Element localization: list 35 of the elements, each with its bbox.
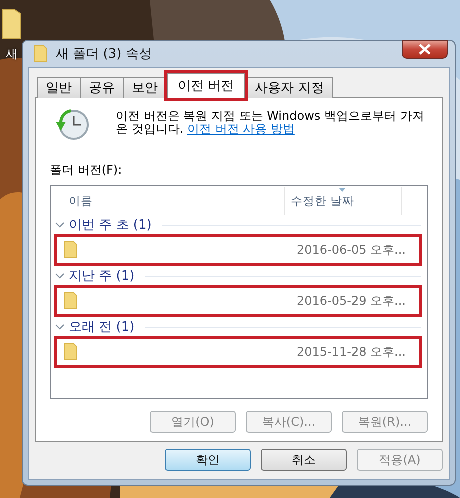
folder-icon [64, 241, 78, 259]
tab[interactable]: 사용자 지정 [246, 77, 334, 98]
tab[interactable]: 공유 [80, 77, 124, 98]
group-header[interactable]: 이번 주 초 (1) [69, 216, 152, 234]
clock-icon [54, 108, 90, 142]
modified-date: 2015-11-28 오후... [297, 344, 406, 360]
folder-icon [64, 343, 78, 361]
list-label: 폴더 버전(F): [50, 162, 124, 179]
window-title: 새 폴더 (3) 속성 [56, 46, 152, 63]
close-button[interactable] [402, 40, 448, 59]
version-row[interactable]: 2016-05-29 오후... [57, 288, 419, 314]
version-row[interactable]: 2015-11-28 오후... [57, 339, 419, 365]
tab[interactable]: 일반 [37, 77, 81, 98]
close-icon [418, 44, 432, 55]
tab[interactable]: 보안 [123, 77, 167, 98]
modified-date: 2016-06-05 오후... [297, 242, 406, 258]
desktop-icon-label: 새 [6, 46, 18, 63]
tab[interactable]: 이전 버전 [167, 73, 246, 98]
help-link[interactable]: 이전 버전 사용 방법 [187, 122, 295, 136]
dialog-button[interactable]: 확인 [165, 449, 251, 471]
dialog-button[interactable]: 취소 [261, 449, 347, 471]
column-header[interactable]: 이름 [51, 194, 284, 208]
folder-icon [34, 45, 48, 63]
column-header[interactable]: 수정한 날짜 [284, 187, 402, 215]
folder-icon [64, 292, 78, 310]
group-header[interactable]: 지난 주 (1) [69, 267, 135, 285]
version-row[interactable]: 2016-06-05 오후... [57, 237, 419, 263]
info-text: 이전 버전은 복원 지점 또는 Windows 백업으로부터 가져온 것입니다. 이전 버전 사용 방법 [116, 108, 426, 136]
chevron-down-icon[interactable] [55, 323, 65, 331]
group-header[interactable]: 오래 전 (1) [69, 318, 135, 336]
folder-icon[interactable] [2, 8, 22, 40]
sort-arrow-icon [339, 188, 346, 192]
modified-date: 2016-05-29 오후... [297, 292, 406, 310]
chevron-down-icon[interactable] [55, 272, 65, 280]
chevron-down-icon[interactable] [55, 221, 65, 229]
